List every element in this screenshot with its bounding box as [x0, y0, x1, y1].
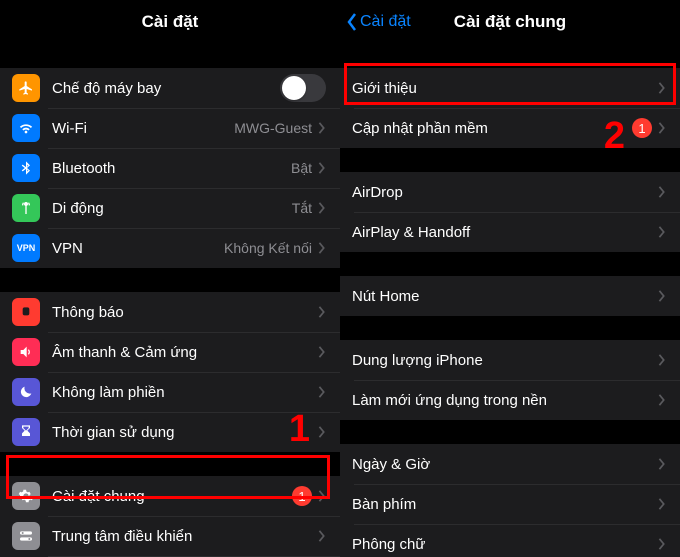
chevron-right-icon	[318, 346, 326, 358]
group-general: Cài đặt chung 1 Trung tâm điều khiển AA …	[0, 476, 340, 557]
row-screentime[interactable]: Thời gian sử dụng	[0, 412, 340, 452]
group-home: Nút Home	[340, 276, 680, 316]
chevron-right-icon	[658, 538, 666, 550]
row-label: Wi-Fi	[52, 120, 234, 137]
row-notifications[interactable]: Thông báo	[0, 292, 340, 332]
row-label: Làm mới ứng dụng trong nền	[352, 392, 658, 409]
group-network: Chế độ máy bay Wi-Fi MWG-Guest Bluetooth…	[0, 68, 340, 268]
chevron-right-icon	[658, 498, 666, 510]
cellular-value: Tắt	[292, 200, 312, 216]
row-label: Phông chữ	[352, 536, 658, 553]
row-vpn[interactable]: VPN VPN Không Kết nối	[0, 228, 340, 268]
row-label: Thời gian sử dụng	[52, 424, 318, 441]
chevron-right-icon	[318, 426, 326, 438]
row-keyboard[interactable]: Bàn phím	[340, 484, 680, 524]
general-screen: Cài đặt Cài đặt chung Giới thiệu Cập nhậ…	[340, 0, 680, 557]
row-bluetooth[interactable]: Bluetooth Bật	[0, 148, 340, 188]
chevron-right-icon	[318, 202, 326, 214]
row-label: Chế độ máy bay	[52, 80, 280, 97]
group-storage: Dung lượng iPhone Làm mới ứng dụng trong…	[340, 340, 680, 420]
chevron-right-icon	[318, 490, 326, 502]
row-label: Di động	[52, 200, 292, 217]
page-title: Cài đặt chung	[454, 12, 566, 32]
row-label: Cập nhật phần mềm	[352, 120, 632, 137]
switches-icon	[12, 522, 40, 550]
group-airdrop: AirDrop AirPlay & Handoff	[340, 172, 680, 252]
airplane-icon	[12, 74, 40, 102]
bluetooth-icon	[12, 154, 40, 182]
row-label: Bluetooth	[52, 160, 291, 177]
wifi-icon	[12, 114, 40, 142]
row-dnd[interactable]: Không làm phiền	[0, 372, 340, 412]
row-datetime[interactable]: Ngày & Giờ	[340, 444, 680, 484]
chevron-right-icon	[658, 458, 666, 470]
back-label: Cài đặt	[360, 13, 411, 31]
badge: 1	[632, 118, 652, 138]
moon-icon	[12, 378, 40, 406]
row-label: Thông báo	[52, 304, 318, 321]
chevron-right-icon	[658, 226, 666, 238]
row-label: Ngày & Giờ	[352, 456, 658, 473]
vpn-icon: VPN	[12, 234, 40, 262]
row-homebutton[interactable]: Nút Home	[340, 276, 680, 316]
row-general[interactable]: Cài đặt chung 1	[0, 476, 340, 516]
row-airplay[interactable]: AirPlay & Handoff	[340, 212, 680, 252]
chevron-left-icon	[346, 13, 358, 31]
page-title: Cài đặt	[142, 12, 199, 32]
row-label: VPN	[52, 240, 224, 257]
row-airplane[interactable]: Chế độ máy bay	[0, 68, 340, 108]
row-label: Bàn phím	[352, 496, 658, 513]
bell-icon	[12, 298, 40, 326]
chevron-right-icon	[658, 186, 666, 198]
chevron-right-icon	[318, 530, 326, 542]
speaker-icon	[12, 338, 40, 366]
row-label: Trung tâm điều khiển	[52, 528, 318, 545]
row-airdrop[interactable]: AirDrop	[340, 172, 680, 212]
settings-screen: Cài đặt Chế độ máy bay Wi-Fi MWG-Guest B…	[0, 0, 340, 557]
row-label: Giới thiệu	[352, 80, 658, 97]
row-bgrefresh[interactable]: Làm mới ứng dụng trong nền	[340, 380, 680, 420]
row-about[interactable]: Giới thiệu	[340, 68, 680, 108]
group-alerts: Thông báo Âm thanh & Cảm ứng Không làm p…	[0, 292, 340, 452]
airplane-toggle[interactable]	[280, 74, 326, 102]
row-label: AirPlay & Handoff	[352, 224, 658, 241]
row-cellular[interactable]: Di động Tắt	[0, 188, 340, 228]
chevron-right-icon	[318, 162, 326, 174]
header-right: Cài đặt Cài đặt chung	[340, 0, 680, 44]
group-locale: Ngày & Giờ Bàn phím Phông chữ Ngôn ngữ &…	[340, 444, 680, 557]
wifi-value: MWG-Guest	[234, 120, 312, 136]
row-fonts[interactable]: Phông chữ	[340, 524, 680, 557]
chevron-right-icon	[658, 122, 666, 134]
hourglass-icon	[12, 418, 40, 446]
row-storage[interactable]: Dung lượng iPhone	[340, 340, 680, 380]
chevron-right-icon	[658, 82, 666, 94]
antenna-icon	[12, 194, 40, 222]
row-label: Dung lượng iPhone	[352, 352, 658, 369]
row-controlcenter[interactable]: Trung tâm điều khiển	[0, 516, 340, 556]
row-software-update[interactable]: Cập nhật phần mềm 1	[340, 108, 680, 148]
row-label: Cài đặt chung	[52, 488, 292, 505]
chevron-right-icon	[318, 122, 326, 134]
chevron-right-icon	[318, 306, 326, 318]
badge: 1	[292, 486, 312, 506]
bluetooth-value: Bật	[291, 160, 312, 176]
vpn-value: Không Kết nối	[224, 240, 312, 256]
chevron-right-icon	[318, 242, 326, 254]
header-left: Cài đặt	[0, 0, 340, 44]
chevron-right-icon	[658, 354, 666, 366]
row-label: Nút Home	[352, 288, 658, 305]
back-button[interactable]: Cài đặt	[346, 0, 411, 44]
row-sounds[interactable]: Âm thanh & Cảm ứng	[0, 332, 340, 372]
gear-icon	[12, 482, 40, 510]
row-label: AirDrop	[352, 184, 658, 201]
group-about: Giới thiệu Cập nhật phần mềm 1	[340, 68, 680, 148]
row-label: Không làm phiền	[52, 384, 318, 401]
chevron-right-icon	[658, 290, 666, 302]
row-label: Âm thanh & Cảm ứng	[52, 344, 318, 361]
chevron-right-icon	[658, 394, 666, 406]
row-wifi[interactable]: Wi-Fi MWG-Guest	[0, 108, 340, 148]
chevron-right-icon	[318, 386, 326, 398]
